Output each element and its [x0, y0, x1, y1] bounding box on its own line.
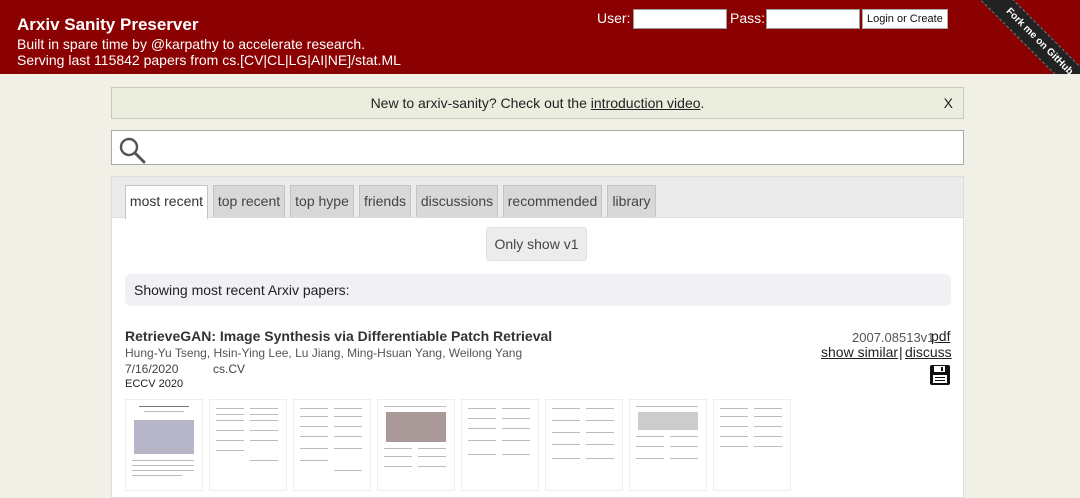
paper-arxiv-id: 2007.08513v1: [852, 330, 935, 345]
discuss-link[interactable]: discuss: [905, 344, 952, 360]
show-similar-link[interactable]: show similar: [821, 344, 898, 360]
fork-github-ribbon[interactable]: Fork me on GitHub: [977, 0, 1080, 74]
notice-text: New to arxiv-sanity? Check out the: [370, 95, 591, 111]
login-button[interactable]: Login or Create: [862, 9, 948, 29]
tab-top-recent[interactable]: top recent: [213, 185, 285, 217]
only-v1-toggle[interactable]: Only show v1: [486, 227, 587, 261]
results-status: Showing most recent Arxiv papers:: [125, 274, 951, 306]
search-icon: [119, 137, 146, 164]
paper-category: cs.CV: [213, 362, 246, 376]
tab-discussions[interactable]: discussions: [416, 185, 498, 217]
search-input[interactable]: [152, 135, 956, 161]
tab-bar: most recent top recent top hype friends …: [112, 177, 963, 219]
intro-notice: New to arxiv-sanity? Check out the intro…: [111, 87, 964, 119]
tab-top-hype[interactable]: top hype: [290, 185, 354, 217]
username-input[interactable]: [633, 9, 727, 29]
paper-page-thumbnail[interactable]: [293, 399, 371, 491]
search-bar: [111, 130, 964, 165]
paper-date: 7/16/2020: [125, 362, 179, 376]
site-header: Arxiv Sanity Preserver Built in spare ti…: [0, 0, 1080, 74]
papers-panel: most recent top recent top hype friends …: [111, 176, 964, 498]
paper-page-thumbnail[interactable]: [209, 399, 287, 491]
pass-label: Pass:: [730, 10, 766, 26]
close-notice-button[interactable]: X: [944, 88, 953, 118]
password-input[interactable]: [766, 9, 860, 29]
paper-page-thumbnail[interactable]: [377, 399, 455, 491]
paper-venue: ECCV 2020: [125, 378, 184, 390]
site-subtitle: Built in spare time by @karpathy to acce…: [17, 36, 366, 52]
user-label: User:: [597, 10, 631, 26]
site-title[interactable]: Arxiv Sanity Preserver: [17, 15, 198, 35]
tab-recommended[interactable]: recommended: [503, 185, 602, 217]
link-separator: |: [899, 344, 903, 360]
notice-period: .: [700, 95, 705, 111]
paper-page-thumbnail[interactable]: [125, 399, 203, 491]
paper-authors[interactable]: Hung-Yu Tseng, Hsin-Ying Lee, Lu Jiang, …: [125, 346, 522, 360]
paper-page-thumbnail[interactable]: [461, 399, 539, 491]
pdf-link[interactable]: pdf: [931, 328, 950, 344]
tab-most-recent[interactable]: most recent: [125, 185, 208, 219]
paper-title[interactable]: RetrieveGAN: Image Synthesis via Differe…: [125, 328, 552, 344]
tab-friends[interactable]: friends: [359, 185, 411, 217]
intro-video-link[interactable]: introduction video: [591, 95, 701, 111]
paper-page-thumbnail[interactable]: [545, 399, 623, 491]
floppy-disk-icon[interactable]: [929, 364, 951, 386]
serving-info: Serving last 115842 papers from cs.[CV|C…: [17, 52, 401, 68]
tab-library[interactable]: library: [607, 185, 656, 217]
paper-page-thumbnail[interactable]: [713, 399, 791, 491]
paper-page-thumbnail[interactable]: [629, 399, 707, 491]
